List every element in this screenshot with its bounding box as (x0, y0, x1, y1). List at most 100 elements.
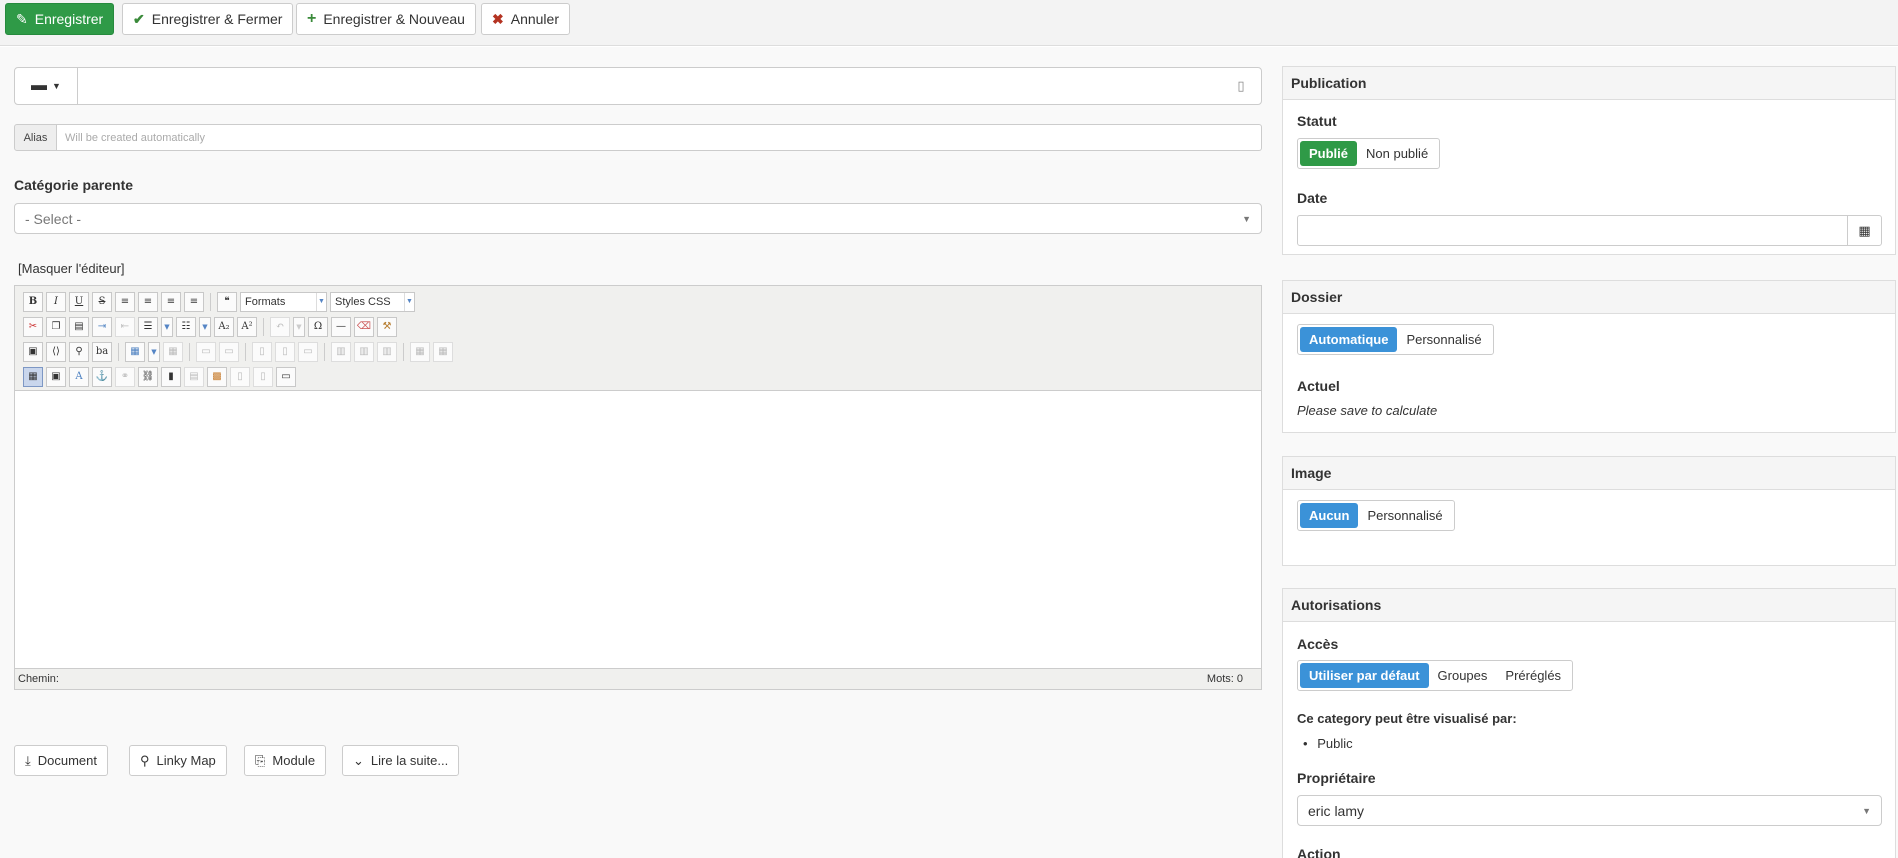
pencil-icon: ✎ (16, 10, 28, 27)
status-published-option[interactable]: Publié (1300, 141, 1358, 166)
module-button[interactable]: ⎘ Module (244, 745, 327, 776)
calendar-icon[interactable]: ▦ (1847, 216, 1881, 245)
special-char-icon[interactable]: Ω (308, 316, 328, 337)
unlink-icon[interactable]: ⚭ (115, 366, 135, 387)
alias-input[interactable] (57, 124, 1262, 151)
italic-icon[interactable]: I (46, 291, 66, 312)
status-unpublished-option[interactable]: Non publié (1357, 141, 1437, 166)
align-left-icon[interactable]: ≡ (161, 291, 181, 312)
save-close-button[interactable]: ✔ Enregistrer & Fermer (122, 3, 294, 35)
dossier-custom-option[interactable]: Personnalisé (1397, 327, 1490, 352)
alias-label: Alias (14, 124, 57, 151)
image-none-option[interactable]: Aucun (1300, 503, 1359, 528)
subscript-icon[interactable]: A₂ (214, 316, 234, 337)
paste-icon[interactable]: ▤ (69, 316, 89, 337)
toggle-editor-link[interactable]: [Masquer l'éditeur] (18, 261, 125, 276)
justify-icon[interactable]: ≡ (115, 291, 135, 312)
horizontal-rule-icon[interactable]: — (331, 316, 351, 337)
access-presets-option[interactable]: Préréglés (1496, 663, 1570, 688)
document-button[interactable]: ⤓ Document (14, 745, 108, 776)
save-icon[interactable]: ▮ (161, 366, 181, 387)
merge-cell-icon[interactable]: ▥ (354, 341, 374, 362)
blockquote-icon[interactable]: ❝ (217, 291, 237, 312)
editor-content-area[interactable] (15, 391, 1261, 668)
save-new-button[interactable]: + Enregistrer & Nouveau (296, 3, 476, 35)
superscript-icon[interactable]: A² (237, 316, 257, 337)
indent-icon[interactable]: ⇥ (92, 316, 112, 337)
dropdown-arrow-icon[interactable]: ▼ (161, 316, 173, 337)
ordered-list-icon[interactable]: ☰ (138, 316, 158, 337)
bold-icon[interactable]: B (23, 291, 43, 312)
status-label: Statut (1297, 113, 1337, 129)
editor-toolbar-row-1: B I U S ≡ ≡ ≡ ≡ ❝ Formats ▼ Styles CSS ▼ (23, 289, 1253, 314)
copy-icon[interactable]: ❐ (46, 316, 66, 337)
parent-category-select[interactable]: - Select - ▼ (14, 203, 1262, 234)
owner-select[interactable]: eric lamy ▼ (1297, 795, 1882, 826)
toolbar: ✎ Enregistrer ✔ Enregistrer & Fermer + E… (0, 0, 1898, 46)
media-icon[interactable]: ▩ (207, 366, 227, 387)
toolbar-separator (118, 342, 119, 361)
date-input[interactable] (1298, 216, 1847, 245)
editor-toolbar-row-4: ▦ ▣ A ⚓ ⚭ ⛓ ▮ ▤ ▩ ▯ ▯ ▭ (23, 364, 1253, 389)
readmore-icon[interactable]: ▯ (253, 366, 273, 387)
download-icon: ⤓ (25, 752, 31, 768)
row-props-icon[interactable]: ▦ (433, 341, 453, 362)
current-value: Please save to calculate (1297, 403, 1438, 418)
new-document-icon[interactable]: ▣ (23, 341, 43, 362)
linky-map-button[interactable]: ⚲ Linky Map (129, 745, 227, 776)
access-default-option[interactable]: Utiliser par défaut (1300, 663, 1429, 688)
editor-word-count: Mots: 0 (1206, 673, 1243, 685)
visible-by-label: Ce category peut être visualisé par: (1297, 711, 1517, 726)
pagebreak-icon[interactable]: ▯ (230, 366, 250, 387)
strikethrough-icon[interactable]: S (92, 291, 112, 312)
cancel-button[interactable]: ✖ Annuler (481, 3, 570, 35)
fullscreen-icon[interactable]: ▭ (276, 366, 296, 387)
document-icon[interactable]: ▯ (1221, 68, 1261, 104)
replace-icon[interactable]: ba (92, 341, 112, 362)
dropdown-arrow-icon[interactable]: ▼ (199, 316, 211, 337)
align-center-icon[interactable]: ≡ (138, 291, 158, 312)
align-right-icon[interactable]: ≡ (184, 291, 204, 312)
template-icon[interactable]: ▤ (184, 366, 204, 387)
styles-dropdown[interactable]: Styles CSS ▼ (330, 291, 415, 312)
cut-icon[interactable]: ✂ (23, 316, 43, 337)
code-icon[interactable]: ⟨⟩ (46, 341, 66, 362)
outdent-icon[interactable]: ⇤ (115, 316, 135, 337)
dropdown-arrow-icon[interactable]: ▼ (148, 341, 160, 362)
toolbar-separator (403, 342, 404, 361)
title-input[interactable] (78, 68, 1221, 104)
undo-icon[interactable]: ↶ (270, 316, 290, 337)
parent-category-value: - Select - (25, 210, 82, 227)
access-groups-option[interactable]: Groupes (1429, 663, 1497, 688)
col-before-icon[interactable]: ▯ (252, 341, 272, 362)
split-cell-icon[interactable]: ▥ (331, 341, 351, 362)
image-icon[interactable]: ▣ (46, 366, 66, 387)
image-custom-option[interactable]: Personnalisé (1358, 503, 1451, 528)
chevron-down-icon: ▼ (1242, 213, 1251, 224)
save-button[interactable]: ✎ Enregistrer (5, 3, 115, 35)
folder-dropdown-button[interactable]: ▬ ▼ (15, 68, 78, 104)
dossier-automatic-option[interactable]: Automatique (1300, 327, 1398, 352)
table-props-icon[interactable]: ▦ (163, 341, 183, 362)
font-icon[interactable]: A (69, 366, 89, 387)
link-icon[interactable]: ⛓ (138, 366, 158, 387)
row-before-icon[interactable]: ▭ (196, 341, 216, 362)
dropdown-arrow-icon: ▼ (404, 292, 414, 311)
bullet-list-icon[interactable]: ☷ (176, 316, 196, 337)
visual-aid-icon[interactable]: ▦ (23, 366, 43, 387)
cell-props-icon[interactable]: ▦ (410, 341, 430, 362)
eraser-icon[interactable]: ⌫ (354, 316, 374, 337)
col-after-icon[interactable]: ▯ (275, 341, 295, 362)
search-icon[interactable]: ⚲ (69, 341, 89, 362)
editor-toolbar-row-3: ▣ ⟨⟩ ⚲ ba ▦ ▼ ▦ ▭ ▭ ▯ ▯ ▭ ▥ ▥ ▥ ▦ ▦ (23, 339, 1253, 364)
brush-icon[interactable]: ⚒ (377, 316, 397, 337)
delete-row-icon[interactable]: ▭ (298, 341, 318, 362)
read-more-button[interactable]: ⌄ Lire la suite... (342, 745, 460, 776)
delete-col-icon[interactable]: ▥ (377, 341, 397, 362)
anchor-icon[interactable]: ⚓ (92, 366, 112, 387)
underline-icon[interactable]: U (69, 291, 89, 312)
row-after-icon[interactable]: ▭ (219, 341, 239, 362)
module-label: Module (272, 753, 316, 768)
formats-dropdown[interactable]: Formats ▼ (240, 291, 327, 312)
table-icon[interactable]: ▦ (125, 341, 145, 362)
